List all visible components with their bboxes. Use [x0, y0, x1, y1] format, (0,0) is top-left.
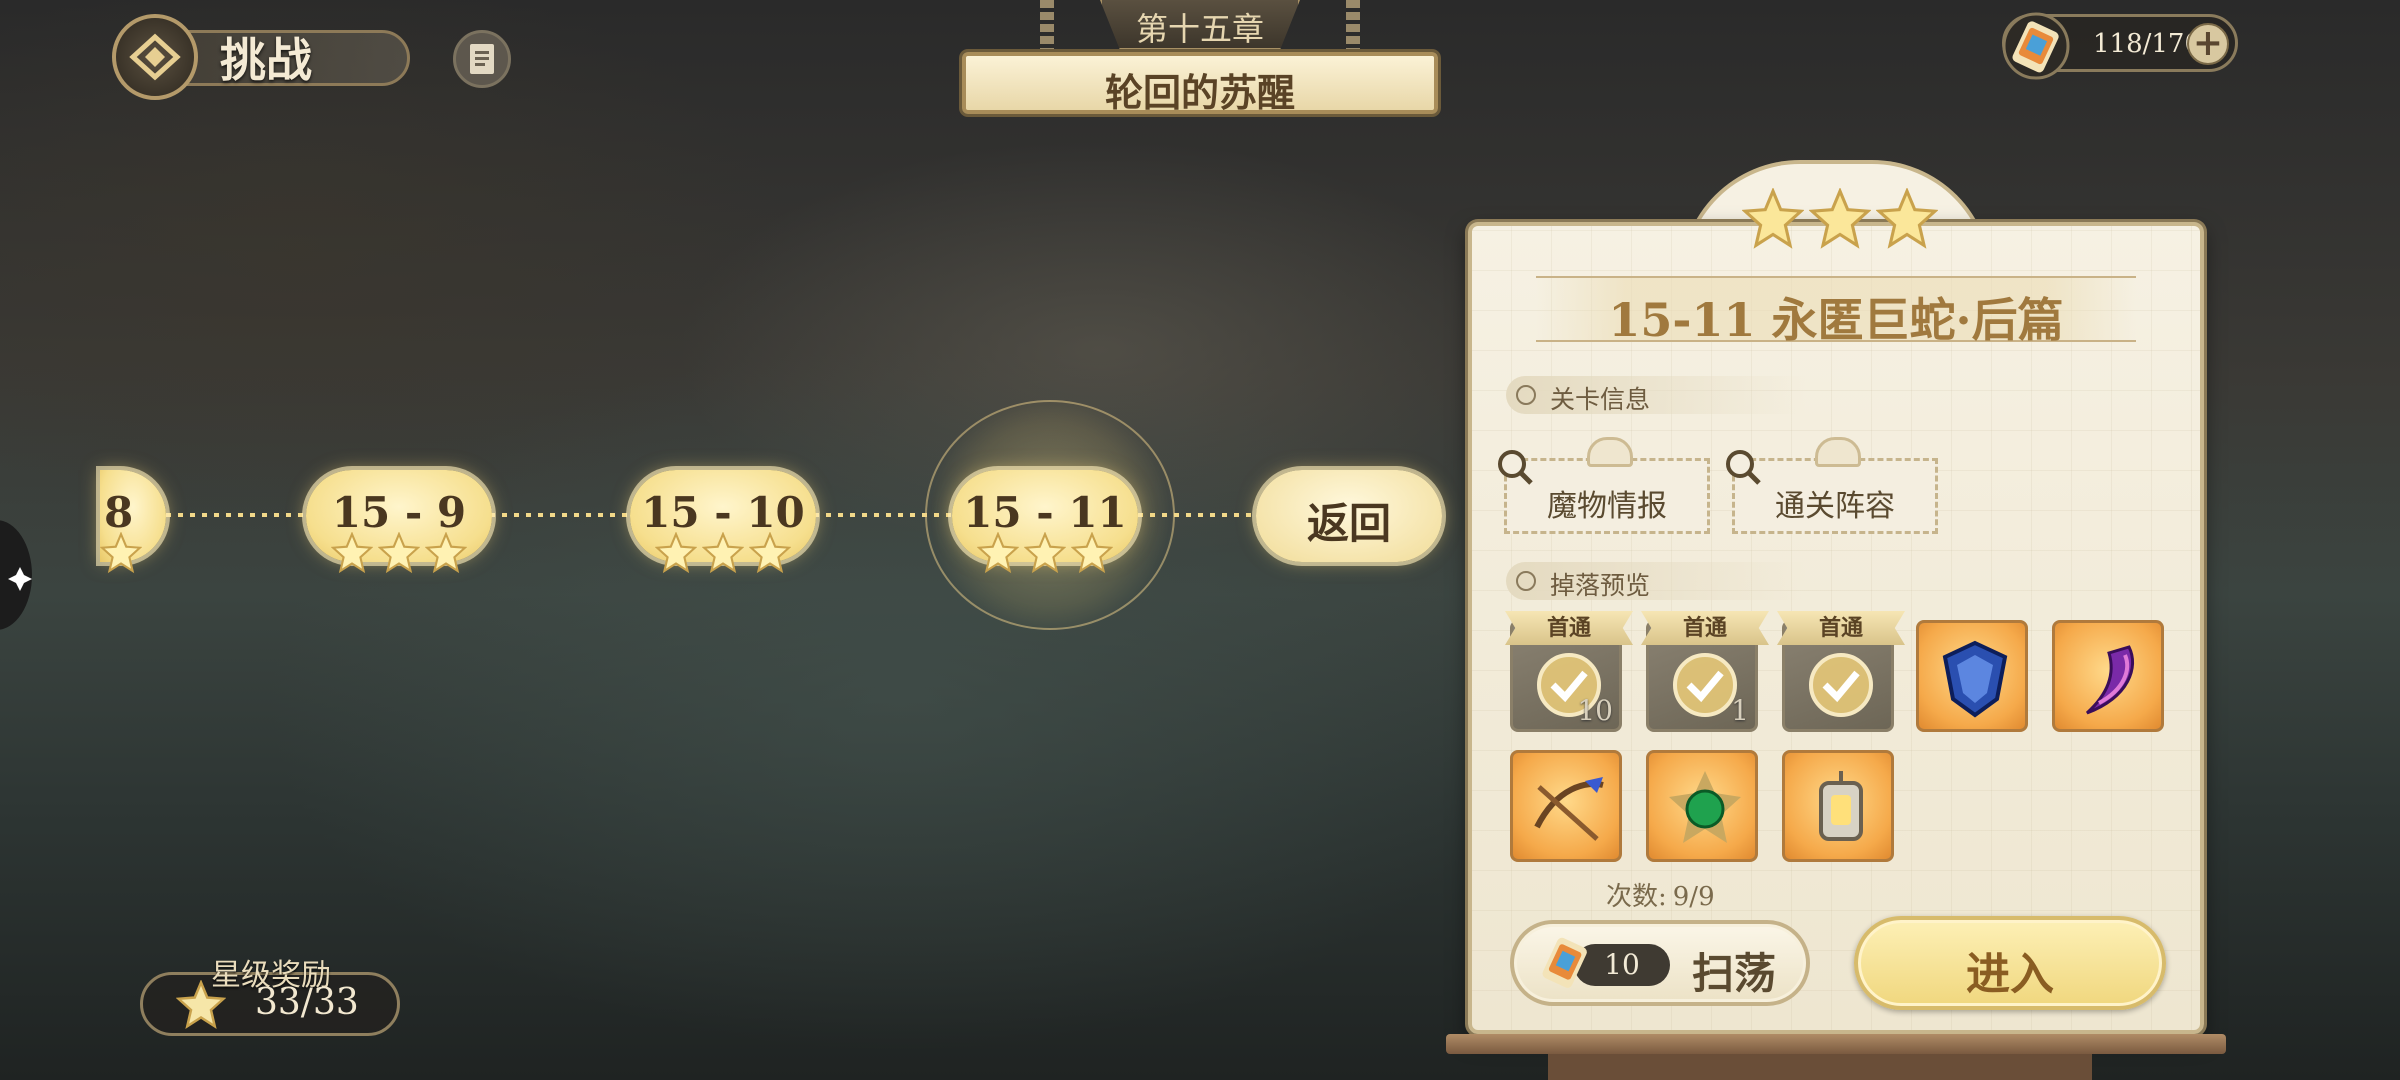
stage-node-label: 15 - 11	[963, 488, 1127, 537]
drop-item[interactable]: 首通 1	[1641, 611, 1769, 732]
stamina-resource: 118/170 +	[2002, 12, 2238, 80]
star-icon	[1024, 532, 1066, 574]
star-icon	[749, 532, 792, 574]
panel-stars	[1740, 188, 1940, 258]
chapter-name-plate: 轮回的苏醒	[962, 52, 1438, 115]
drop-item[interactable]	[1510, 750, 1622, 862]
stage-node-label: 15 - 10	[641, 488, 805, 537]
stage-node-label: 8	[104, 488, 134, 537]
stage-node-15-10[interactable]: 15 - 10	[630, 470, 816, 574]
back-emblem-icon[interactable]	[112, 14, 198, 100]
star-icon	[176, 980, 226, 1029]
drop-qty: 10	[1577, 694, 1613, 727]
star-icon	[1809, 188, 1871, 249]
sparkle-icon	[8, 567, 32, 591]
first-clear-tag: 首通	[1641, 611, 1769, 645]
stage-node-label: 15 - 9	[331, 488, 467, 537]
clear-lineup-button[interactable]: 通关阵容	[1726, 437, 1938, 534]
drop-item[interactable]: 首通 10	[1505, 611, 1633, 732]
star-icon	[702, 532, 744, 574]
count-label: 次数:	[1606, 882, 1667, 912]
star-icon	[654, 532, 697, 574]
enter-button[interactable]: 进入	[1854, 916, 2166, 1010]
stage-stars	[630, 532, 816, 578]
clip-icon	[1587, 437, 1633, 467]
chapter-number: 第十五章	[1135, 10, 1264, 48]
stage-node-15-9[interactable]: 15 - 9	[306, 470, 492, 574]
crossbow-icon	[1534, 777, 1604, 841]
drop-qty: 1	[1731, 694, 1749, 727]
first-clear-tag: 首通	[1505, 611, 1633, 645]
enter-label: 进入	[1966, 949, 2054, 1000]
attempt-count: 次数: 9/9	[1600, 876, 1715, 913]
eye-icon	[1516, 571, 1536, 591]
star-reward-button[interactable]: 星级奖励 33/33	[140, 958, 400, 1036]
count-value: 9/9	[1672, 882, 1715, 912]
section-stage-info: 关卡信息	[1506, 376, 1806, 414]
star-icon	[378, 532, 420, 574]
star-icon	[1071, 532, 1114, 574]
claimed-check-icon	[1673, 653, 1737, 717]
drop-item[interactable]: 首通	[1777, 611, 1905, 732]
monster-info-button[interactable]: 魔物情报	[1498, 437, 1710, 534]
stamina-value: 118/170	[2093, 29, 2202, 59]
stage-stars	[100, 532, 166, 578]
stage-stars	[306, 532, 492, 578]
drop-item[interactable]	[1646, 750, 1758, 862]
claimed-check-icon	[1809, 653, 1873, 717]
section-label: 掉落预览	[1550, 571, 1651, 600]
chapter-name: 轮回的苏醒	[1104, 70, 1295, 115]
stamina-ticket-icon	[2002, 12, 2070, 80]
section-drop-preview: 掉落预览	[1506, 562, 1806, 600]
drop-item[interactable]	[2052, 620, 2164, 732]
stage-title: 15-11 永匿巨蛇·后篇	[1608, 293, 2064, 347]
page-title-bar[interactable]: 挑战	[112, 14, 410, 100]
chapter-banner: 第十五章 轮回的苏醒	[940, 0, 1460, 120]
stage-node-8[interactable]: 8	[100, 470, 166, 574]
purple-fang-icon	[2085, 645, 2135, 715]
stage-title-plate: 15-11 永匿巨蛇·后篇	[1536, 276, 2136, 347]
star-icon	[100, 532, 142, 574]
lantern-icon	[1819, 771, 1863, 841]
blue-shield-icon	[1942, 640, 2008, 718]
star-icon	[976, 532, 1019, 574]
star-icon	[1741, 188, 1804, 249]
clip-icon	[1815, 437, 1861, 467]
monster-info-label: 魔物情报	[1547, 489, 1667, 524]
emerald-gem-icon	[1669, 771, 1741, 843]
clear-lineup-label: 通关阵容	[1775, 489, 1895, 524]
notes-button[interactable]	[453, 30, 511, 88]
sweep-button[interactable]: 10 扫荡	[1510, 920, 1810, 1006]
stage-node-15-11-selected[interactable]: 15 - 11	[952, 470, 1138, 574]
stage-stars	[952, 532, 1138, 578]
left-edge-button[interactable]	[0, 520, 32, 630]
return-label: 返回	[1306, 499, 1391, 548]
panel-base	[1446, 1034, 2226, 1054]
drop-item[interactable]	[1916, 620, 2028, 732]
page-title: 挑战	[220, 33, 312, 87]
first-clear-tag: 首通	[1777, 611, 1905, 645]
section-label: 关卡信息	[1550, 385, 1651, 414]
add-stamina-button[interactable]: +	[2187, 23, 2229, 65]
star-icon	[425, 532, 468, 574]
star-icon	[330, 532, 373, 574]
sweep-label: 扫荡	[1692, 949, 1777, 998]
document-icon	[470, 44, 494, 74]
drop-item[interactable]	[1782, 750, 1894, 862]
star-icon	[1876, 188, 1939, 249]
return-button[interactable]: 返回	[1256, 470, 1442, 562]
star-reward-value: 33/33	[255, 982, 359, 1023]
stamina-ticket-icon	[1542, 937, 1587, 988]
eye-icon	[1516, 385, 1536, 405]
panel-base-stand	[1548, 1054, 2092, 1080]
